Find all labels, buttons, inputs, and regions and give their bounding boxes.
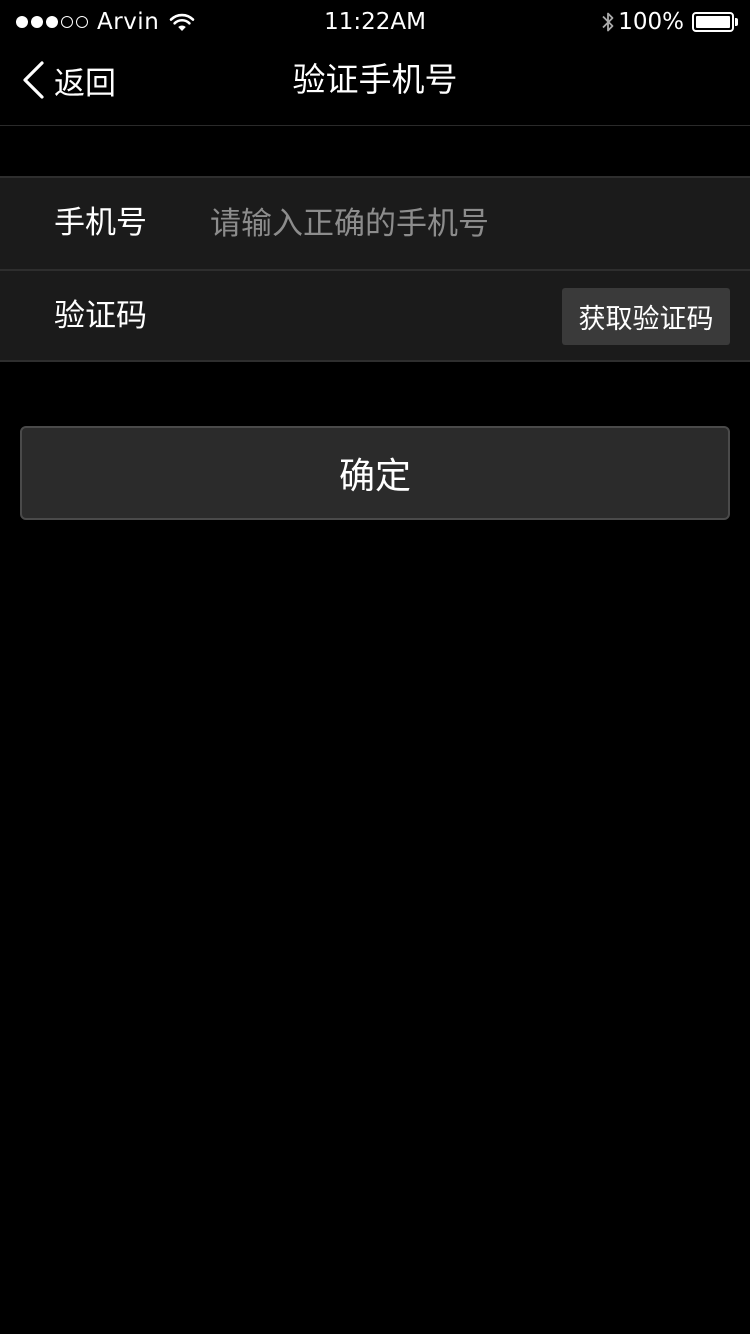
chevron-left-icon — [23, 61, 44, 99]
carrier-name: Arvin — [97, 9, 160, 35]
signal-dot — [46, 16, 58, 28]
code-label: 验证码 — [54, 298, 147, 334]
back-button[interactable]: 返回 — [18, 58, 116, 102]
battery-percent: 100% — [618, 9, 684, 35]
status-right: 100% — [600, 8, 738, 36]
signal-dot — [31, 16, 43, 28]
signal-dot — [76, 16, 88, 28]
status-bar: Arvin 11:22AM 100% — [0, 0, 750, 44]
bluetooth-icon — [602, 12, 614, 32]
code-input[interactable] — [210, 289, 540, 345]
phone-row: 手机号 — [0, 178, 750, 269]
phone-input[interactable] — [210, 196, 710, 252]
signal-dot — [61, 16, 73, 28]
get-code-button[interactable]: 获取验证码 — [562, 288, 730, 345]
phone-label: 手机号 — [54, 205, 147, 241]
code-row: 验证码 获取验证码 — [0, 269, 750, 360]
back-label: 返回 — [54, 65, 116, 102]
signal-strength-icon — [16, 16, 88, 28]
wifi-icon — [169, 13, 195, 31]
battery-icon — [692, 12, 738, 32]
confirm-button[interactable]: 确定 — [20, 426, 730, 520]
status-left: Arvin — [16, 8, 195, 36]
signal-dot — [16, 16, 28, 28]
navigation-bar: 验证手机号 返回 — [0, 44, 750, 126]
verification-form: 手机号 验证码 获取验证码 — [0, 176, 750, 362]
